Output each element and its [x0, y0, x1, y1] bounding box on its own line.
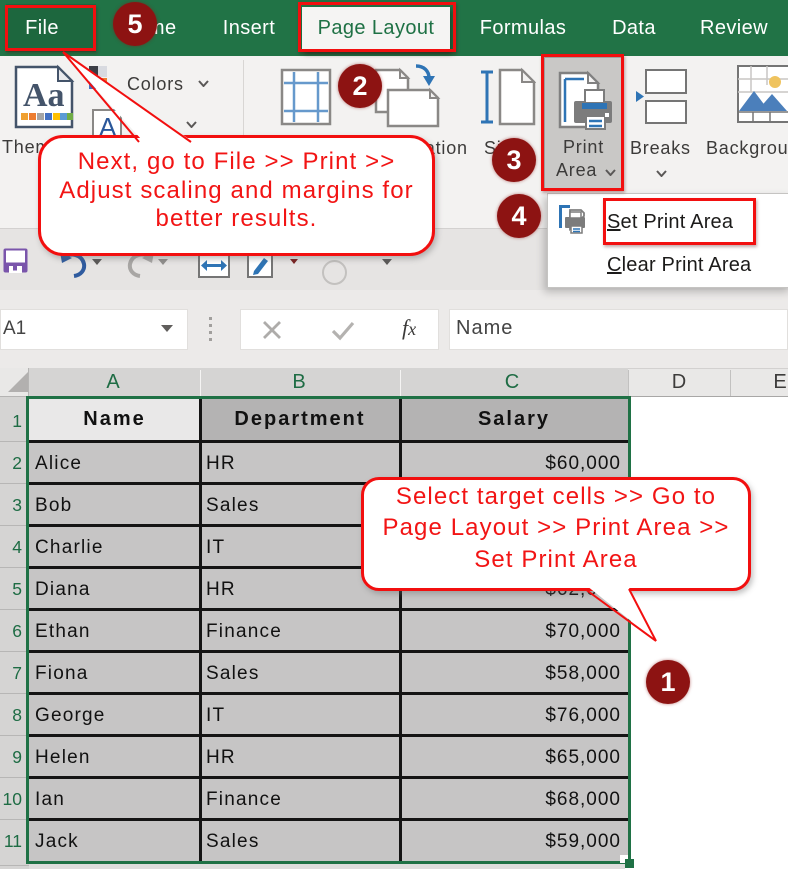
svg-text:Aa: Aa: [23, 77, 65, 114]
